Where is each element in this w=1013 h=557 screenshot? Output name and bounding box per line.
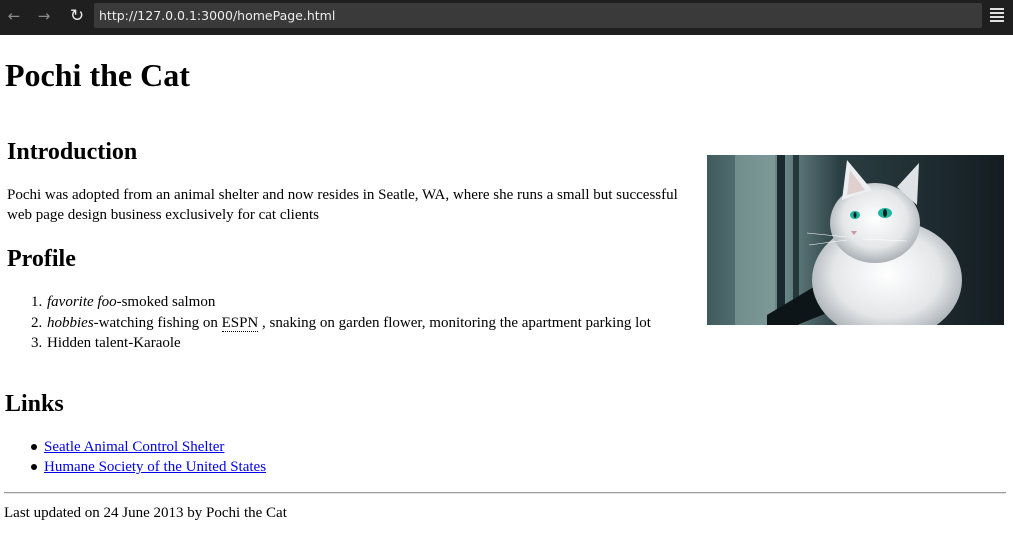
links-heading: Links [5,391,64,417]
footer-text: Last updated on 24 June 2013 by Pochi th… [4,505,287,521]
hobbies-term: hobbies [47,314,94,331]
hamburger-menu-icon[interactable] [990,8,1004,22]
page-title: Pochi the Cat [5,57,190,93]
list-item: 2. hobbies-watching fishing on ESPN , sn… [31,314,651,332]
cat-photo [707,155,1004,325]
address-bar[interactable]: http://127.0.0.1:3000/homePage.html [94,3,982,28]
favorite-food-term: favorite foo [47,294,117,310]
forward-arrow-icon[interactable]: → [32,5,56,27]
browser-toolbar: ← → ↻ http://127.0.0.1:3000/homePage.htm… [0,0,1013,35]
espn-abbreviation: ESPN [221,314,259,332]
reload-icon[interactable]: ↻ [65,5,89,27]
profile-heading: Profile [7,246,76,272]
introduction-paragraph: Pochi was adopted from an animal shelter… [7,187,678,223]
link-humane-society[interactable]: Humane Society of the United States [44,459,266,475]
back-arrow-icon[interactable]: ← [2,5,26,27]
link-seatle-animal-control-shelter[interactable]: Seatle Animal Control Shelter [44,439,224,455]
list-item: 3. Hidden talent-Karaole [31,335,181,351]
list-item: Humane Society of the United States [30,457,266,477]
links-list: Seatle Animal Control Shelter Humane Soc… [30,437,266,477]
list-item: Seatle Animal Control Shelter [30,437,266,457]
profile-list: 1. favorite foo-smoked salmon 2. hobbies… [31,292,651,354]
divider [4,492,1006,494]
introduction-heading: Introduction [7,139,138,165]
list-item: 1. favorite foo-smoked salmon [31,294,216,310]
